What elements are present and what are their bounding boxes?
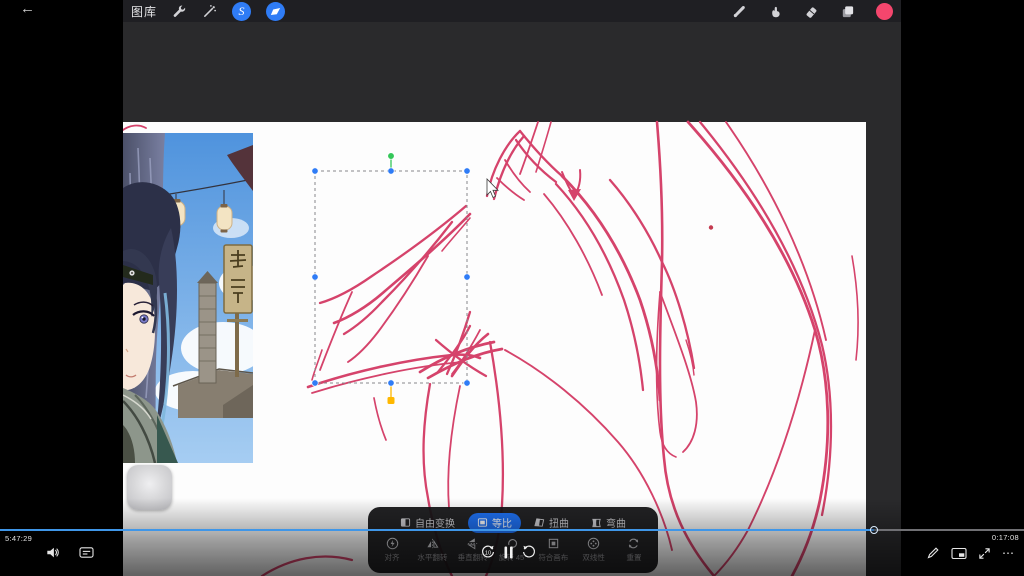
progress-fill	[0, 529, 874, 531]
progress-bar[interactable]	[0, 529, 1024, 531]
warp-mode-icon	[591, 517, 602, 528]
current-time: 5:47:29	[5, 534, 32, 543]
layers-icon[interactable]	[840, 4, 855, 19]
transform-tool-button[interactable]	[266, 2, 285, 21]
fit-canvas-button[interactable]: 符合画布	[538, 537, 568, 568]
fit-canvas-icon	[547, 537, 560, 550]
companion-button[interactable]	[127, 465, 172, 510]
color-swatch[interactable]	[876, 3, 893, 20]
back-button[interactable]: ←	[20, 0, 35, 17]
video-player: { "colors": { "accent_blue": "#2f7cf6", …	[0, 0, 1024, 576]
snap-icon	[386, 537, 399, 550]
reset-icon	[627, 537, 640, 550]
svg-text:10: 10	[485, 551, 491, 557]
pause-button[interactable]	[502, 545, 515, 560]
skip-back-10-icon: 10	[480, 544, 496, 560]
procreate-topbar: 图库 S	[123, 0, 901, 22]
eraser-icon[interactable]	[804, 4, 819, 19]
selection-s-icon: S	[239, 5, 245, 17]
distort-mode-icon	[534, 517, 545, 528]
player-controls-left	[46, 546, 94, 559]
danmaku-icon	[79, 546, 94, 559]
transform-toolbar: 自由变换 等比 扭曲 弯曲	[368, 507, 658, 573]
brush-icon[interactable]	[732, 4, 747, 19]
skip-forward-icon	[521, 544, 537, 560]
fullscreen-icon	[978, 547, 991, 560]
adjustments-wand-icon[interactable]	[202, 4, 217, 19]
more-button[interactable]: ⋯	[1002, 548, 1015, 558]
danmaku-button[interactable]	[79, 546, 94, 559]
actions-wrench-icon[interactable]	[172, 4, 187, 19]
transform-arrow-icon	[270, 6, 281, 17]
flip-horizontal-button[interactable]: 水平翻转	[417, 537, 447, 568]
volume-icon	[46, 546, 60, 559]
pencil-icon	[926, 546, 940, 560]
fullscreen-button[interactable]	[978, 547, 991, 560]
flip-vertical-icon	[466, 537, 479, 550]
snap-button[interactable]: 对齐	[377, 537, 407, 568]
remaining-time: 0:17:08	[992, 533, 1019, 542]
player-controls-right: ⋯	[926, 546, 1015, 560]
pip-icon	[951, 547, 967, 560]
volume-button[interactable]	[46, 546, 60, 559]
bilinear-button[interactable]: 双线性	[579, 537, 609, 568]
reset-button[interactable]: 重置	[619, 537, 649, 568]
reference-image	[123, 133, 253, 463]
selection-tool-button[interactable]: S	[232, 2, 251, 21]
player-controls-center: 10	[480, 544, 537, 560]
pip-button[interactable]	[951, 547, 967, 560]
video-content: 图库 S	[123, 0, 901, 576]
uniform-mode-icon	[477, 517, 488, 528]
gallery-button[interactable]: 图库	[131, 3, 157, 20]
skip-forward-button[interactable]	[521, 544, 537, 560]
flip-horizontal-icon	[426, 537, 439, 550]
skip-back-button[interactable]: 10	[480, 544, 496, 560]
freeform-mode-icon	[400, 517, 411, 528]
pause-icon	[502, 545, 515, 560]
bilinear-icon	[587, 537, 600, 550]
notes-button[interactable]	[926, 546, 940, 560]
smudge-icon[interactable]	[768, 4, 783, 19]
